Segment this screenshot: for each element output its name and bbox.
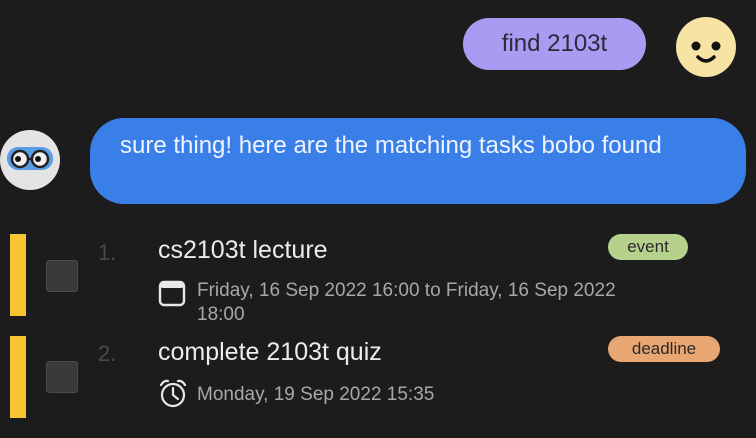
glasses-face-icon: [7, 147, 53, 170]
user-avatar: [676, 17, 736, 77]
task-checkbox[interactable]: [46, 361, 78, 393]
task-type-tag: deadline: [608, 336, 720, 362]
task-title: cs2103t lecture: [158, 236, 328, 264]
task-number: 2.: [98, 341, 117, 366]
bot-avatar: [0, 130, 60, 190]
task-number: 1.: [98, 240, 117, 265]
alarm-clock-icon: [159, 379, 187, 408]
task-checkbox[interactable]: [46, 260, 78, 292]
task-item[interactable]: 1. cs2103t lecture event Friday, 16 Sep …: [0, 234, 756, 325]
task-item[interactable]: 2. complete 2103t quiz deadline Monday, …: [0, 336, 756, 418]
calendar-icon: [158, 280, 186, 307]
task-priority-bar: [10, 234, 26, 316]
task-date: Monday, 19 Sep 2022 15:35: [197, 384, 435, 405]
bot-message-text: sure thing! here are the matching tasks …: [120, 132, 662, 159]
bot-message-bubble: sure thing! here are the matching tasks …: [90, 118, 746, 204]
task-type-tag-label: deadline: [631, 339, 697, 358]
task-type-tag-label: event: [627, 237, 669, 256]
user-message-text: find 2103t: [501, 30, 608, 57]
task-date: Friday, 16 Sep 2022 16:00 to Friday, 16 …: [197, 280, 616, 325]
smiley-face-icon: [691, 41, 721, 63]
task-title: complete 2103t quiz: [158, 338, 382, 366]
task-type-tag: event: [608, 234, 688, 260]
chat-window: find 2103t sure thing! here are the matc…: [0, 0, 756, 438]
user-message-bubble: find 2103t: [463, 18, 646, 70]
task-priority-bar: [10, 336, 26, 418]
